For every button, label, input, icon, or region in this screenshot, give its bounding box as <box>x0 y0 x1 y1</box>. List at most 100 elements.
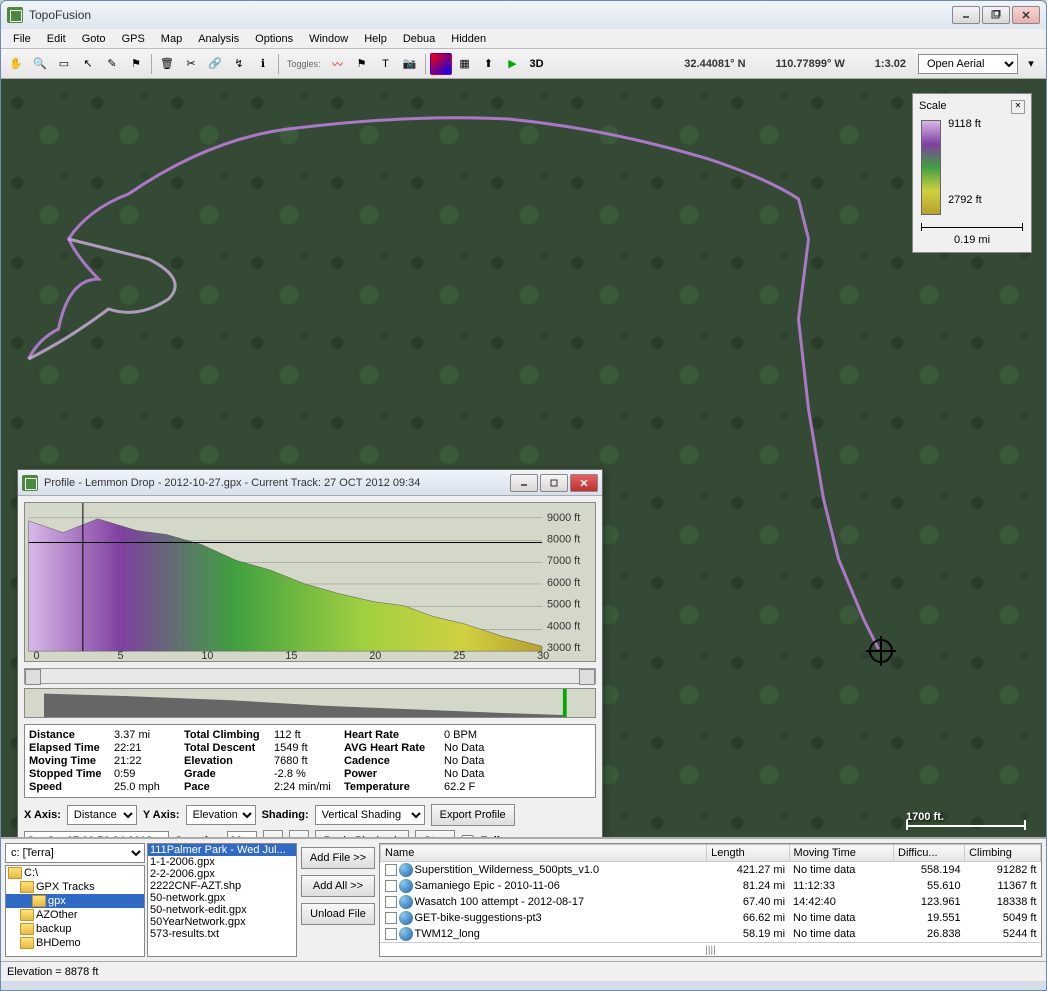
maximize-button[interactable] <box>982 6 1010 24</box>
menu-goto[interactable]: Goto <box>74 31 114 47</box>
row-checkbox[interactable] <box>385 928 397 940</box>
menu-help[interactable]: Help <box>356 31 395 47</box>
scale-close-icon[interactable]: ✕ <box>1011 100 1025 114</box>
map-type-select[interactable]: Open Aerial <box>918 54 1018 74</box>
file-item[interactable]: 573-results.txt <box>148 928 296 940</box>
folder-tree[interactable]: C:\GPX TracksgpxAZOtherbackupBHDemo <box>5 865 145 957</box>
menu-hidden[interactable]: Hidden <box>443 31 494 47</box>
profile-title-bar[interactable]: Profile - Lemmon Drop - 2012-10-27.gpx -… <box>18 470 602 496</box>
map-type-dropdown-icon[interactable]: ▾ <box>1020 53 1042 75</box>
flag-tool-icon[interactable]: ⚑ <box>125 53 147 75</box>
svg-text:15: 15 <box>285 650 297 661</box>
table-row[interactable]: Wasatch 100 attempt - 2012-08-1767.40 mi… <box>381 894 1041 910</box>
profile-close-button[interactable] <box>570 474 598 492</box>
pointer-tool-icon[interactable]: ↖ <box>77 53 99 75</box>
menu-analysis[interactable]: Analysis <box>190 31 247 47</box>
file-item[interactable]: 50-network-edit.gpx <box>148 904 296 916</box>
folder-item[interactable]: BHDemo <box>6 936 144 950</box>
file-item[interactable]: 2-2-2006.gpx <box>148 868 296 880</box>
add-all-button[interactable]: Add All >> <box>301 875 375 897</box>
elevation-chart[interactable]: 9000 ft8000 ft7000 ft6000 ft5000 ft4000 … <box>24 502 596 662</box>
column-header[interactable]: Difficu... <box>894 845 965 862</box>
column-header[interactable]: Name <box>381 845 707 862</box>
row-checkbox[interactable] <box>385 896 397 908</box>
menu-file[interactable]: File <box>5 31 39 47</box>
play-icon[interactable]: ▶ <box>502 53 524 75</box>
row-checkbox[interactable] <box>385 880 397 892</box>
playback-time-input[interactable] <box>24 831 169 837</box>
3d-label[interactable]: 3D <box>530 58 544 70</box>
folder-item[interactable]: backup <box>6 922 144 936</box>
stat-value: No Data <box>444 742 514 754</box>
file-item[interactable]: 1-1-2006.gpx <box>148 856 296 868</box>
table-row[interactable]: Samaniego Epic - 2010-11-0681.24 mi11:12… <box>381 878 1041 894</box>
profile-overview[interactable] <box>24 688 596 718</box>
file-item[interactable]: 111Palmer Park - Wed Jul... <box>148 844 296 856</box>
column-header[interactable]: Length <box>707 845 789 862</box>
file-list[interactable]: 111Palmer Park - Wed Jul...1-1-2006.gpx2… <box>147 843 297 957</box>
row-checkbox[interactable] <box>385 864 397 876</box>
gradient-icon[interactable] <box>430 53 452 75</box>
menu-debua[interactable]: Debua <box>395 31 443 47</box>
add-file-button[interactable]: Add File >> <box>301 847 375 869</box>
menu-options[interactable]: Options <box>247 31 301 47</box>
export-profile-button[interactable]: Export Profile <box>431 804 515 826</box>
table-row[interactable]: Superstition_Wilderness_500pts_v1.0421.2… <box>381 862 1041 879</box>
gpx-table[interactable]: NameLengthMoving TimeDifficu...Climbing … <box>379 843 1042 957</box>
toggle-track-icon[interactable]: 〰 <box>327 53 349 75</box>
speed-minus-button[interactable]: - <box>289 830 309 837</box>
toggle-waypoint-icon[interactable]: ⚑ <box>351 53 373 75</box>
shading-select[interactable]: Vertical Shading <box>315 805 425 825</box>
export-icon[interactable]: ⬆ <box>478 53 500 75</box>
toggle-photo-icon[interactable]: 📷 <box>399 53 421 75</box>
follow-checkbox[interactable] <box>461 835 474 838</box>
folder-item[interactable]: gpx <box>6 894 144 908</box>
close-button[interactable] <box>1012 6 1040 24</box>
profile-minimize-button[interactable] <box>510 474 538 492</box>
unload-file-button[interactable]: Unload File <box>301 903 375 925</box>
edit-tool-icon[interactable]: ✎ <box>101 53 123 75</box>
column-header[interactable]: Climbing <box>965 845 1041 862</box>
minimize-button[interactable] <box>952 6 980 24</box>
file-item[interactable]: 50YearNetwork.gpx <box>148 916 296 928</box>
scale-legend-panel[interactable]: Scale ✕ 9118 ft 2792 ft 0.19 mi <box>912 93 1032 253</box>
table-row[interactable]: GET-bike-suggestions-pt366.62 miNo time … <box>381 910 1041 926</box>
status-bar: Elevation = 8878 ft <box>1 961 1046 981</box>
hand-tool-icon[interactable]: ✋ <box>5 53 27 75</box>
menu-edit[interactable]: Edit <box>39 31 74 47</box>
row-checkbox[interactable] <box>385 912 397 924</box>
speed-input[interactable] <box>227 831 257 837</box>
folder-item[interactable]: GPX Tracks <box>6 880 144 894</box>
x-axis-select[interactable]: Distance <box>67 805 137 825</box>
drive-select[interactable]: c: [Terra] <box>5 843 145 863</box>
file-item[interactable]: 50-network.gpx <box>148 892 296 904</box>
profile-maximize-button[interactable] <box>540 474 568 492</box>
begin-playback-button[interactable]: Begin Playback <box>315 830 409 837</box>
zoom-tool-icon[interactable]: 🔍 <box>29 53 51 75</box>
layers-icon[interactable]: ▦ <box>454 53 476 75</box>
menu-gps[interactable]: GPS <box>114 31 153 47</box>
stop-playback-button[interactable]: Stop <box>415 830 456 837</box>
table-row[interactable]: TWM12_long58.19 miNo time data26.8385244… <box>381 926 1041 942</box>
link-tool-icon[interactable]: 🔗 <box>204 53 226 75</box>
map-viewport[interactable]: Scale ✕ 9118 ft 2792 ft 0.19 mi 1700 ft. <box>1 79 1046 837</box>
toggle-text-icon[interactable]: T <box>375 53 397 75</box>
globe-icon <box>399 911 413 925</box>
folder-item[interactable]: C:\ <box>6 866 144 880</box>
route-tool-icon[interactable]: ↯ <box>228 53 250 75</box>
menu-map[interactable]: Map <box>153 31 190 47</box>
folder-item[interactable]: AZOther <box>6 908 144 922</box>
menu-window[interactable]: Window <box>301 31 356 47</box>
file-item[interactable]: 2222CNF-AZT.shp <box>148 880 296 892</box>
bottom-panel: c: [Terra] C:\GPX TracksgpxAZOtherbackup… <box>1 837 1046 961</box>
cut-tool-icon[interactable]: ✂ <box>180 53 202 75</box>
profile-window[interactable]: Profile - Lemmon Drop - 2012-10-27.gpx -… <box>17 469 603 837</box>
profile-scrollbar[interactable] <box>24 668 596 684</box>
speed-plus-button[interactable]: + <box>263 830 283 837</box>
svg-text:30: 30 <box>537 650 549 661</box>
column-header[interactable]: Moving Time <box>789 845 894 862</box>
delete-tool-icon[interactable]: 🗑 <box>156 53 178 75</box>
info-tool-icon[interactable]: ℹ <box>252 53 274 75</box>
select-tool-icon[interactable]: ▭ <box>53 53 75 75</box>
y-axis-select[interactable]: Elevation <box>186 805 256 825</box>
